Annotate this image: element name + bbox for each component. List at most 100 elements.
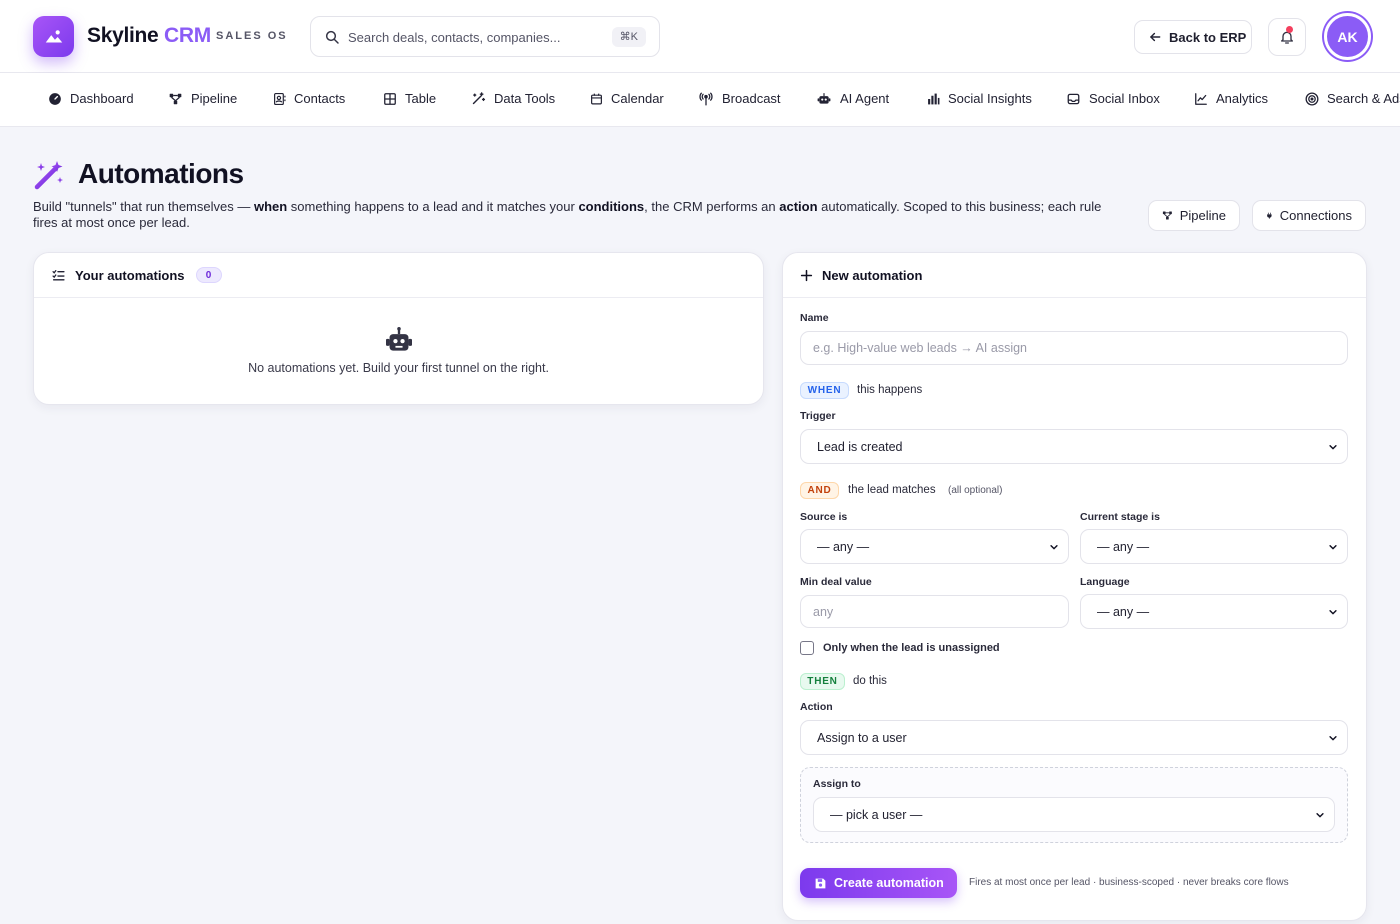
language-select[interactable]: — any — <box>1080 594 1348 629</box>
and-tag: AND <box>800 482 839 499</box>
and-note: (all optional) <box>948 485 1003 496</box>
nav-item-contacts[interactable]: Contacts <box>273 91 345 106</box>
search-input[interactable]: Search deals, contacts, companies... <box>348 30 560 45</box>
name-input[interactable]: e.g. High-value web leads → AI assign <box>800 331 1348 365</box>
name-label: Name <box>800 312 829 324</box>
pipeline-icon <box>1162 211 1172 220</box>
trigger-value: Lead is created <box>817 439 903 454</box>
source-label: Source is <box>800 511 848 523</box>
stage-label: Current stage is <box>1080 511 1160 523</box>
desc-when: when <box>253 199 288 214</box>
unassigned-checkbox[interactable] <box>800 641 814 655</box>
action-label: Action <box>800 701 833 713</box>
assign-user-value: — pick a user — <box>830 807 923 822</box>
nav-item-ai-agent[interactable]: AI Agent <box>816 91 889 106</box>
nav-label: Social Inbox <box>1089 91 1160 106</box>
desc-text: Build "tunnels" that run themselves — <box>33 199 254 214</box>
chevron-down-icon <box>1329 610 1337 615</box>
desc-text: something happens to a lead and it match… <box>287 199 579 214</box>
assign-user-select[interactable]: — pick a user — <box>813 797 1335 832</box>
source-value: — any — <box>817 539 870 554</box>
user-avatar[interactable]: AK <box>1324 13 1371 60</box>
brand-subtitle: SALES OS <box>216 30 288 42</box>
plus-icon <box>800 269 813 281</box>
stage-select[interactable]: — any — <box>1080 529 1348 564</box>
robot-icon <box>817 92 831 104</box>
chevron-down-icon <box>1329 736 1337 741</box>
nav-label: Pipeline <box>191 91 238 106</box>
nav-item-dashboard[interactable]: Dashboard <box>48 91 134 106</box>
nav-label: Analytics <box>1216 91 1269 106</box>
nav-item-calendar[interactable]: Calendar <box>590 91 664 106</box>
nav-item-data-tools[interactable]: Data Tools <box>471 91 555 106</box>
broadcast-icon <box>699 92 713 105</box>
automations-list-header: Your automations 0 <box>34 253 763 298</box>
language-value: — any — <box>1097 604 1150 619</box>
main-nav: Dashboard Pipeline Contacts Table Data T… <box>0 73 1400 127</box>
when-tag: WHEN <box>800 382 849 399</box>
calendar-icon <box>591 93 602 104</box>
back-to-erp-button[interactable]: Back to ERP <box>1134 20 1252 54</box>
then-text: do this <box>853 675 887 687</box>
dashboard-icon <box>49 92 61 105</box>
source-select[interactable]: — any — <box>800 529 1069 564</box>
empty-state-text: No automations yet. Build your first tun… <box>248 361 549 375</box>
nav-label: Table <box>405 91 437 106</box>
app-logo[interactable] <box>33 16 74 57</box>
nav-label: Data Tools <box>494 91 556 106</box>
connections-label: Connections <box>1279 208 1352 223</box>
language-label: Language <box>1080 576 1130 588</box>
magic-wand-icon <box>34 161 63 190</box>
nav-item-social-inbox[interactable]: Social Inbox <box>1066 91 1160 106</box>
checklist-icon <box>52 269 65 280</box>
page-title: Automations <box>78 158 244 189</box>
nav-item-broadcast[interactable]: Broadcast <box>698 91 781 106</box>
nav-label: Social Insights <box>948 91 1032 106</box>
top-header: Skyline CRM SALES OS Search deals, conta… <box>0 0 1400 73</box>
notification-dot <box>1286 26 1293 33</box>
min-value-label: Min deal value <box>800 576 872 588</box>
chevron-down-icon <box>1329 545 1337 550</box>
search-shortcut: ⌘K <box>611 27 646 47</box>
nav-item-search-ads[interactable]: Search & Ads <box>1305 91 1400 106</box>
inbox-icon <box>1067 93 1080 104</box>
brand-text: Skyline <box>87 24 159 47</box>
automations-list-card: Your automations 0 No automations yet. B… <box>33 252 764 405</box>
nav-item-analytics[interactable]: Analytics <box>1194 91 1268 106</box>
contacts-icon <box>274 92 286 105</box>
nav-item-table[interactable]: Table <box>383 91 436 106</box>
nav-label: Search & Ads <box>1327 91 1400 106</box>
new-automation-header: New automation <box>783 253 1366 298</box>
stage-value: — any — <box>1097 539 1150 554</box>
image-icon <box>45 29 62 42</box>
chevron-down-icon <box>1050 545 1058 550</box>
desc-conditions: conditions <box>578 199 645 214</box>
action-select[interactable]: Assign to a user <box>800 720 1348 755</box>
nav-item-social-insights[interactable]: Social Insights <box>927 91 1032 106</box>
chevron-down-icon <box>1316 813 1324 818</box>
connections-button[interactable]: Connections <box>1252 200 1366 231</box>
create-automation-label: Create automation <box>834 876 944 890</box>
desc-action: action <box>779 199 818 214</box>
action-value: Assign to a user <box>817 730 907 745</box>
automations-count-badge: 0 <box>195 267 222 283</box>
brand-accent: CRM <box>164 24 211 47</box>
create-automation-button[interactable]: Create automation <box>800 868 957 898</box>
trigger-label: Trigger <box>800 410 836 422</box>
desc-text: , the CRM performs an <box>644 199 780 214</box>
nav-item-pipeline[interactable]: Pipeline <box>168 91 237 106</box>
new-automation-title: New automation <box>822 267 923 283</box>
target-icon <box>1305 92 1319 105</box>
arrow-left-icon <box>1150 32 1161 42</box>
nav-label: Dashboard <box>70 91 134 106</box>
min-value-input[interactable]: any <box>800 595 1069 628</box>
pipeline-link-button[interactable]: Pipeline <box>1148 200 1240 231</box>
trigger-select[interactable]: Lead is created <box>800 429 1348 464</box>
line-chart-icon <box>1195 92 1207 105</box>
when-text: this happens <box>857 384 923 396</box>
robot-icon <box>386 327 412 351</box>
global-search[interactable]: Search deals, contacts, companies... ⌘K <box>310 16 660 57</box>
notifications-button[interactable] <box>1268 18 1306 56</box>
magic-wand-icon <box>472 92 486 105</box>
nav-label: Broadcast <box>722 91 781 106</box>
